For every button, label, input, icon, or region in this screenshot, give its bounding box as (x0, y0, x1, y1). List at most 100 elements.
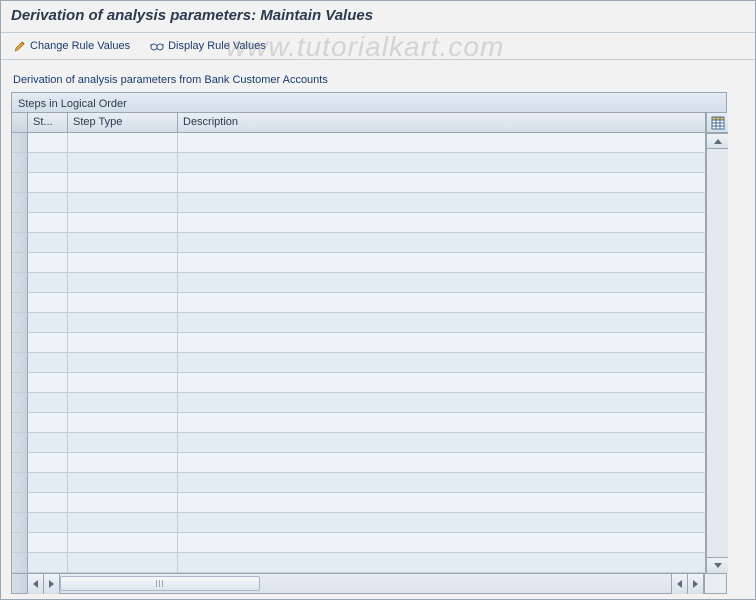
row-selector[interactable] (12, 493, 28, 513)
cell-step-no[interactable] (28, 193, 68, 213)
cell-description[interactable] (178, 233, 706, 253)
row-selector[interactable] (12, 373, 28, 393)
cell-step-no[interactable] (28, 173, 68, 193)
cell-step-no[interactable] (28, 213, 68, 233)
table-row[interactable] (12, 413, 706, 433)
cell-step-no[interactable] (28, 533, 68, 553)
cell-description[interactable] (178, 293, 706, 313)
row-selector[interactable] (12, 333, 28, 353)
cell-step-no[interactable] (28, 493, 68, 513)
scroll-down-button[interactable] (707, 557, 728, 573)
cell-step-type[interactable] (68, 293, 178, 313)
row-selector[interactable] (12, 273, 28, 293)
row-selector[interactable] (12, 393, 28, 413)
vertical-scrollbar[interactable] (706, 133, 728, 573)
cell-step-no[interactable] (28, 553, 68, 573)
row-selector[interactable] (12, 453, 28, 473)
row-selector[interactable] (12, 253, 28, 273)
cell-description[interactable] (178, 453, 706, 473)
cell-step-no[interactable] (28, 293, 68, 313)
table-row[interactable] (12, 353, 706, 373)
row-selector[interactable] (12, 233, 28, 253)
row-selector[interactable] (12, 173, 28, 193)
row-selector[interactable] (12, 153, 28, 173)
table-row[interactable] (12, 193, 706, 213)
cell-description[interactable] (178, 193, 706, 213)
cell-description[interactable] (178, 473, 706, 493)
cell-step-type[interactable] (68, 393, 178, 413)
cell-step-no[interactable] (28, 473, 68, 493)
column-header-description[interactable]: Description (178, 113, 706, 132)
cell-description[interactable] (178, 173, 706, 193)
vertical-scroll-track[interactable] (707, 149, 728, 557)
cell-step-type[interactable] (68, 533, 178, 553)
table-row[interactable] (12, 273, 706, 293)
cell-description[interactable] (178, 493, 706, 513)
cell-step-type[interactable] (68, 553, 178, 573)
cell-step-no[interactable] (28, 393, 68, 413)
cell-description[interactable] (178, 253, 706, 273)
cell-step-no[interactable] (28, 333, 68, 353)
row-selector[interactable] (12, 473, 28, 493)
row-selector[interactable] (12, 553, 28, 573)
scroll-up-button[interactable] (707, 133, 728, 149)
cell-step-no[interactable] (28, 413, 68, 433)
cell-step-type[interactable] (68, 373, 178, 393)
column-header-step-no[interactable]: St... (28, 113, 68, 132)
cell-step-no[interactable] (28, 373, 68, 393)
cell-step-type[interactable] (68, 453, 178, 473)
cell-description[interactable] (178, 353, 706, 373)
row-selector[interactable] (12, 413, 28, 433)
display-rule-values-button[interactable]: Display Rule Values (145, 36, 271, 56)
cell-step-type[interactable] (68, 513, 178, 533)
cell-description[interactable] (178, 373, 706, 393)
hscroll-col-left-button[interactable] (28, 574, 44, 594)
row-selector[interactable] (12, 133, 28, 153)
table-row[interactable] (12, 373, 706, 393)
cell-step-type[interactable] (68, 433, 178, 453)
table-settings-button[interactable] (706, 113, 728, 133)
table-row[interactable] (12, 253, 706, 273)
cell-step-no[interactable] (28, 313, 68, 333)
cell-step-type[interactable] (68, 353, 178, 373)
horizontal-scroll-thumb[interactable] (60, 576, 260, 591)
table-row[interactable] (12, 493, 706, 513)
change-rule-values-button[interactable]: Change Rule Values (9, 36, 135, 56)
table-row[interactable] (12, 153, 706, 173)
table-row[interactable] (12, 173, 706, 193)
table-row[interactable] (12, 313, 706, 333)
cell-description[interactable] (178, 433, 706, 453)
table-row[interactable] (12, 553, 706, 573)
table-row[interactable] (12, 533, 706, 553)
cell-step-no[interactable] (28, 133, 68, 153)
row-selector[interactable] (12, 433, 28, 453)
cell-description[interactable] (178, 393, 706, 413)
cell-step-no[interactable] (28, 513, 68, 533)
column-header-step-type[interactable]: Step Type (68, 113, 178, 132)
horizontal-scroll-track[interactable] (60, 574, 672, 593)
cell-description[interactable] (178, 333, 706, 353)
cell-description[interactable] (178, 133, 706, 153)
row-selector[interactable] (12, 533, 28, 553)
cell-step-type[interactable] (68, 333, 178, 353)
cell-description[interactable] (178, 273, 706, 293)
table-row[interactable] (12, 393, 706, 413)
table-row[interactable] (12, 293, 706, 313)
cell-step-type[interactable] (68, 413, 178, 433)
table-row[interactable] (12, 213, 706, 233)
row-selector[interactable] (12, 513, 28, 533)
row-selector[interactable] (12, 213, 28, 233)
hscroll-col-right-button[interactable] (44, 574, 60, 594)
cell-step-no[interactable] (28, 453, 68, 473)
cell-step-type[interactable] (68, 473, 178, 493)
table-row[interactable] (12, 433, 706, 453)
cell-step-type[interactable] (68, 153, 178, 173)
table-row[interactable] (12, 133, 706, 153)
cell-step-no[interactable] (28, 253, 68, 273)
cell-step-type[interactable] (68, 133, 178, 153)
cell-description[interactable] (178, 553, 706, 573)
table-row[interactable] (12, 473, 706, 493)
cell-step-no[interactable] (28, 273, 68, 293)
table-row[interactable] (12, 233, 706, 253)
cell-step-no[interactable] (28, 353, 68, 373)
